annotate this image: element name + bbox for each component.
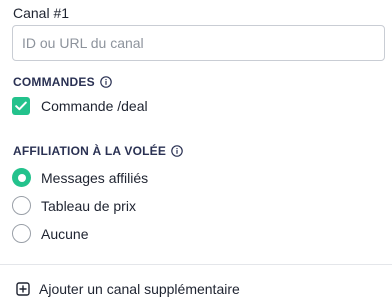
radio-selected-icon[interactable] (12, 168, 31, 187)
radio-option-none[interactable]: Aucune (12, 224, 88, 243)
checkmark-icon[interactable] (12, 97, 30, 115)
channel-label: Canal #1 (13, 5, 70, 21)
commands-heading: COMMANDES (13, 75, 112, 89)
add-channel-button[interactable]: Ajouter un canal supplémentaire (16, 281, 240, 297)
commands-heading-text: COMMANDES (13, 75, 95, 89)
radio-option-price-table[interactable]: Tableau de prix (12, 196, 136, 215)
info-icon[interactable] (100, 76, 112, 88)
radio-label: Aucune (41, 225, 89, 242)
radio-label: Tableau de prix (41, 197, 136, 214)
plus-square-icon (16, 282, 30, 296)
radio-unselected-icon[interactable] (12, 196, 31, 215)
affiliation-heading-text: AFFILIATION À LA VOLÉE (13, 144, 167, 158)
channel-id-input[interactable] (12, 25, 385, 61)
affiliation-heading: AFFILIATION À LA VOLÉE (13, 144, 183, 158)
radio-label: Messages affiliés (41, 169, 149, 186)
radio-unselected-icon[interactable] (12, 224, 31, 243)
radio-option-affiliated-messages[interactable]: Messages affiliés (12, 168, 148, 187)
add-channel-label: Ajouter un canal supplémentaire (39, 281, 240, 297)
info-icon[interactable] (171, 145, 183, 157)
channel-settings-panel: Canal #1 COMMANDES Commande /deal AFFILI… (0, 0, 392, 306)
divider (0, 264, 392, 265)
deal-command-checkbox[interactable]: Commande /deal (12, 97, 148, 115)
deal-command-label: Commande /deal (41, 98, 148, 114)
